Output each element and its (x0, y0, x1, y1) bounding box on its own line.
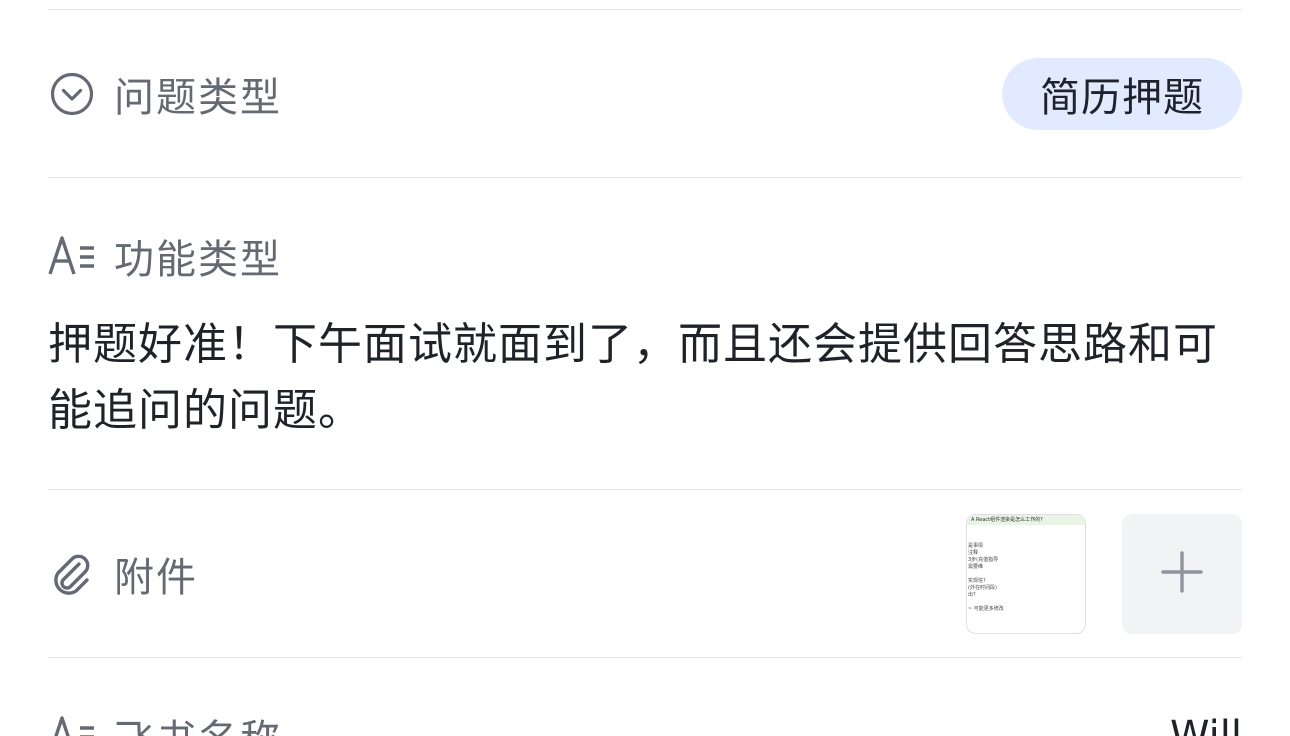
divider (48, 177, 1242, 178)
thumbnail-line: 注释 (968, 550, 979, 556)
add-attachment-button[interactable] (1122, 514, 1242, 634)
thumbnail-line: 实现信? (968, 578, 986, 584)
divider (48, 657, 1242, 658)
plus-icon (1161, 551, 1203, 597)
thumbnail-line: 是事情 (968, 543, 984, 549)
thumbnail-line (967, 571, 1085, 578)
name-field[interactable]: 飞书名称 Will (48, 712, 1242, 736)
divider (48, 489, 1242, 490)
name-value: Will (1169, 713, 1242, 736)
question-type-label: 问题类型 (114, 75, 282, 121)
paperclip-icon (48, 550, 96, 598)
attachment-thumbnail[interactable]: A React组件渲染是怎么工作的? 是事情 注释 3步(充值指导 需要维 实现… (966, 514, 1086, 634)
feature-type-label: 功能类型 (114, 237, 282, 283)
text-format-icon (48, 232, 96, 280)
attachment-label: 附件 (114, 555, 198, 601)
thumbnail-line: 3步(充值指导 (968, 557, 999, 563)
thumbnail-line: (外在时间段) (968, 585, 997, 591)
chevron-down-circle-icon (48, 70, 96, 118)
name-label: 飞书名称 (114, 707, 282, 736)
text-format-icon (48, 712, 96, 736)
feature-type-field[interactable]: 功能类型 (48, 232, 1242, 283)
thumbnail-line: ~ 可能更多修改 (968, 606, 1004, 612)
thumbnail-line (967, 599, 1085, 606)
divider (48, 9, 1242, 10)
thumbnail-line: 出? (968, 592, 976, 598)
feedback-text: 押题好准！下午面试就面到了，而且还会提供回答思路和可能追问的问题。 (48, 319, 1218, 436)
thumbnail-line: 需要维 (968, 564, 984, 570)
question-type-tag[interactable]: 简历押题 (1002, 58, 1242, 130)
thumbnail-header: A React组件渲染是怎么工作的? (967, 515, 1085, 525)
